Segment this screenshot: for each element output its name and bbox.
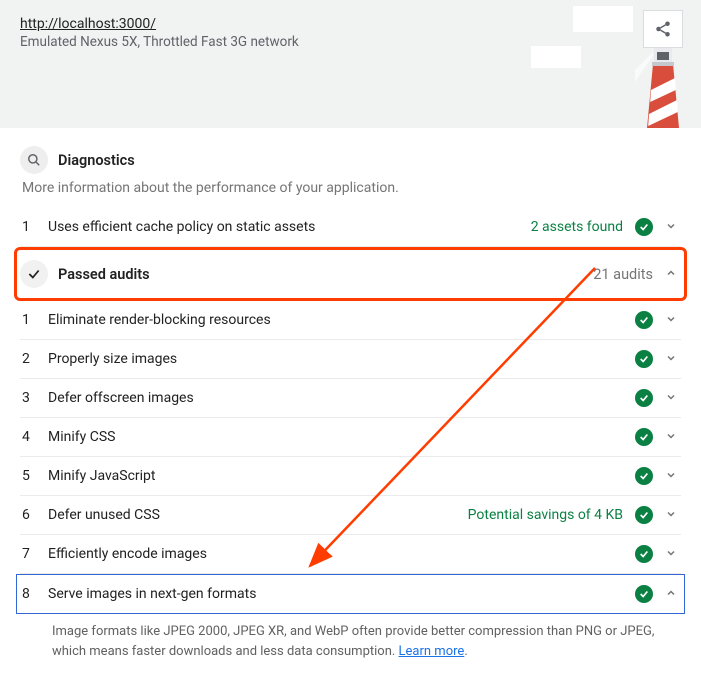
audit-number: 5 (22, 468, 48, 484)
chevron-down-icon (665, 430, 677, 445)
audit-title: Eliminate render-blocking resources (48, 312, 635, 328)
chevron-up-icon (665, 587, 677, 602)
report-subtitle: Emulated Nexus 5X, Throttled Fast 3G net… (20, 34, 681, 50)
chevron-down-icon (665, 547, 677, 562)
passed-row-3[interactable]: 3Defer offscreen images (20, 379, 681, 418)
lighthouse-illustration (635, 42, 691, 128)
checkmark-icon (20, 260, 48, 288)
audit-value: Potential savings of 4 KB (468, 507, 623, 523)
passed-row-6[interactable]: 6Defer unused CSSPotential savings of 4 … (20, 496, 681, 535)
audit-title: Uses efficient cache policy on static as… (48, 219, 531, 235)
pass-badge-icon (635, 428, 653, 446)
report-content: Diagnostics More information about the p… (0, 128, 701, 677)
cloud-decoration (573, 6, 633, 32)
passed-row-8[interactable]: 8Serve images in next-gen formats (20, 575, 681, 613)
selected-audit-highlight: 8Serve images in next-gen formats (16, 574, 685, 614)
audit-title: Serve images in next-gen formats (48, 586, 635, 602)
passed-row-1[interactable]: 1Eliminate render-blocking resources (20, 301, 681, 340)
audit-title: Minify JavaScript (48, 468, 635, 484)
audit-number: 1 (22, 219, 48, 235)
pass-badge-icon (635, 545, 653, 563)
audit-title: Defer unused CSS (48, 507, 468, 523)
audit-number: 6 (22, 507, 48, 523)
report-header: http://localhost:3000/ Emulated Nexus 5X… (0, 0, 701, 128)
audit-number: 3 (22, 390, 48, 406)
passed-row-5[interactable]: 5Minify JavaScript (20, 457, 681, 496)
pass-badge-icon (635, 506, 653, 524)
chevron-up-icon (665, 267, 677, 282)
diagnostics-title: Diagnostics (58, 152, 135, 169)
audit-number: 7 (22, 546, 48, 562)
audit-title: Minify CSS (48, 429, 635, 445)
passed-audits-title: Passed audits (58, 266, 593, 283)
search-icon (20, 146, 48, 174)
passed-audits-highlight: Passed audits 21 audits (14, 247, 687, 301)
pass-badge-icon (635, 467, 653, 485)
diagnostics-subtitle: More information about the performance o… (22, 180, 681, 196)
chevron-down-icon (665, 391, 677, 406)
cloud-decoration (531, 46, 581, 68)
passed-row-4[interactable]: 4Minify CSS (20, 418, 681, 457)
pass-badge-icon (635, 311, 653, 329)
pass-badge-icon (635, 389, 653, 407)
learn-more-link[interactable]: Learn more (399, 644, 465, 659)
audit-number: 8 (22, 586, 48, 602)
chevron-down-icon (665, 313, 677, 328)
passed-row-2[interactable]: 2Properly size images (20, 340, 681, 379)
share-button[interactable] (643, 10, 683, 48)
pass-badge-icon (635, 585, 653, 603)
passed-audits-count: 21 audits (593, 266, 653, 283)
pass-badge-icon (635, 218, 653, 236)
audit-number: 4 (22, 429, 48, 445)
audit-title: Defer offscreen images (48, 390, 635, 406)
audit-number: 1 (22, 312, 48, 328)
diagnostics-header: Diagnostics (20, 146, 681, 174)
passed-audits-header[interactable]: Passed audits 21 audits (20, 250, 681, 298)
audit-title: Efficiently encode images (48, 546, 635, 562)
passed-row-7[interactable]: 7Efficiently encode images (20, 535, 681, 574)
chevron-down-icon (665, 352, 677, 367)
audit-number: 2 (22, 351, 48, 367)
share-icon (654, 20, 672, 38)
pass-badge-icon (635, 350, 653, 368)
chevron-down-icon (665, 220, 677, 235)
audit-detail: Image formats like JPEG 2000, JPEG XR, a… (20, 614, 681, 667)
chevron-down-icon (665, 508, 677, 523)
chevron-down-icon (665, 469, 677, 484)
diag-row-1[interactable]: 1 Uses efficient cache policy on static … (20, 208, 681, 247)
audit-value: 2 assets found (531, 219, 623, 235)
audit-title: Properly size images (48, 351, 635, 367)
